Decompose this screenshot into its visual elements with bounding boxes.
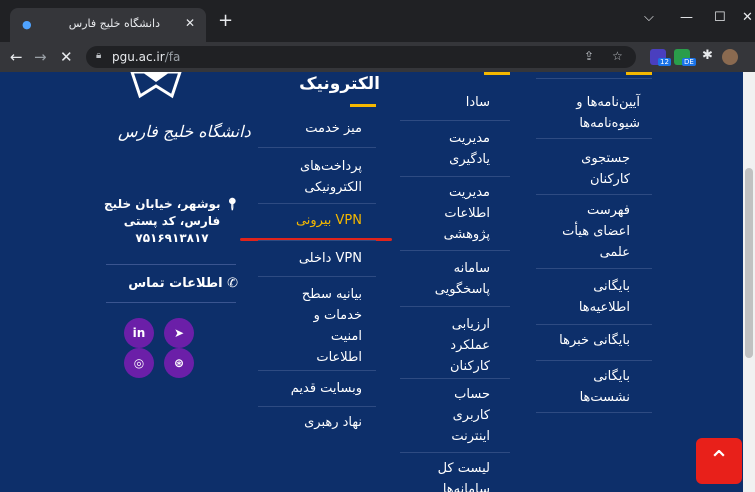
minimize-button[interactable]: — [680, 10, 693, 25]
menu-item-leadership-office[interactable]: نهاد رهبری [262, 412, 362, 433]
url-text[interactable]: pgu.ac.ir/fa [112, 50, 180, 64]
browser-toolbar: ← → ✕ 🔒︎ pgu.ac.ir/fa ⇪ ☆ 12 DE ✱ [0, 42, 755, 72]
close-window-button[interactable]: ✕ [742, 10, 753, 25]
forward-arrow-icon[interactable]: → [34, 48, 47, 66]
divider [400, 452, 510, 453]
scrollbar-thumb[interactable] [745, 168, 753, 358]
aparat-icon[interactable]: ⊛ [164, 348, 194, 378]
logo-text: دانشگاه خلیج فارس [118, 122, 251, 141]
menu-item-response-system[interactable]: سامانه پاسخگویی [396, 258, 490, 300]
divider [258, 203, 376, 204]
divider [536, 268, 652, 269]
location-pin-icon: 📍︎ [224, 197, 240, 211]
menu-item-internal-vpn[interactable]: VPN داخلی [262, 248, 362, 269]
menu-item-e-payments[interactable]: پرداخت‌های الکترونیکی [262, 156, 362, 198]
bookmark-star-icon[interactable]: ☆ [612, 49, 623, 63]
column-title-electronic: الکترونیک [299, 74, 380, 94]
title-accent [626, 72, 652, 75]
university-logo[interactable] [128, 72, 184, 112]
menu-item-sada[interactable]: سادا [396, 92, 490, 113]
scroll-to-top-button[interactable]: ⌃ [696, 438, 742, 484]
menu-item-lms[interactable]: مدیریت یادگیری [396, 128, 490, 170]
share-icon[interactable]: ⇪ [584, 49, 594, 63]
browser-titlebar: ● دانشگاه خلیج فارس ✕ + ⌵ — ☐ ✕ [0, 0, 755, 42]
contact-info-link[interactable]: ✆ اطلاعات تماس [118, 276, 238, 291]
divider [258, 276, 376, 277]
menu-item-research-info[interactable]: مدیریت اطلاعات پژوهشی [396, 182, 490, 245]
menu-item-announcements-archive[interactable]: بایگانی اطلاعیه‌ها [530, 276, 630, 318]
phone-icon: ✆ [227, 276, 238, 291]
divider [258, 147, 376, 148]
back-arrow-icon[interactable]: ← [10, 48, 23, 66]
puzzle-extensions-icon[interactable]: ✱ [702, 48, 713, 63]
tab-search-icon[interactable]: ⌵ [644, 10, 654, 25]
divider [400, 250, 510, 251]
divider [106, 264, 236, 265]
menu-item-regulations[interactable]: آیین‌نامه‌ها و شیوه‌نامه‌ها [530, 92, 640, 134]
site-favicon-icon: ● [22, 18, 32, 31]
instagram-icon[interactable]: ◎ [124, 348, 154, 378]
tab-close-icon[interactable]: ✕ [185, 16, 195, 30]
divider [106, 302, 236, 303]
menu-item-news-archive[interactable]: بایگانی خبرها [530, 330, 630, 351]
profile-avatar[interactable] [722, 49, 738, 65]
address-bar[interactable]: 🔒︎ pgu.ac.ir/fa ⇪ ☆ [86, 46, 636, 68]
title-accent [350, 104, 376, 107]
menu-item-old-website[interactable]: وبسایت قدیم [262, 378, 362, 399]
divider [536, 324, 652, 325]
telegram-icon[interactable]: ➤ [164, 318, 194, 348]
menu-item-service-desk[interactable]: میز خدمت [262, 118, 362, 139]
divider [536, 138, 652, 139]
divider [258, 406, 376, 407]
menu-item-sessions-archive[interactable]: بایگانی نشست‌ها [530, 366, 630, 408]
divider [400, 306, 510, 307]
extension-icon[interactable]: 12 [650, 49, 671, 66]
maximize-button[interactable]: ☐ [714, 10, 726, 25]
menu-item-faculty-list[interactable]: فهرست اعضای هیأت علمی [530, 200, 630, 263]
menu-item-internet-account[interactable]: حساب کاربری اینترنت [396, 384, 490, 447]
menu-item-security-statement[interactable]: بیانیه سطح خدمات و امنیت اطلاعات [262, 284, 362, 368]
new-tab-button[interactable]: + [218, 12, 233, 30]
divider [536, 412, 652, 413]
lock-icon[interactable]: 🔒︎ [96, 50, 101, 61]
menu-item-staff-search[interactable]: جستجوی کارکنان [530, 148, 630, 190]
menu-item-external-vpn[interactable]: VPN بیرونی [262, 210, 362, 231]
menu-item-staff-evaluation[interactable]: ارزیابی عملکرد کارکنان [396, 314, 490, 377]
page-content: دانشگاه خلیج فارس 📍︎ بوشهر، خیابان خلیج … [0, 72, 755, 492]
tab-title: دانشگاه خلیج فارس [68, 17, 160, 30]
page-scrollbar[interactable] [743, 72, 755, 492]
extension-icon[interactable]: DE [674, 49, 696, 66]
stop-loading-icon[interactable]: ✕ [60, 48, 73, 66]
divider [536, 194, 652, 195]
address: 📍︎ بوشهر، خیابان خلیج فارس، کد پستی ۷۵۱۶… [104, 197, 240, 245]
divider [400, 176, 510, 177]
linkedin-icon[interactable]: in [124, 318, 154, 348]
title-accent [484, 72, 510, 75]
divider [258, 240, 376, 241]
divider [536, 360, 652, 361]
divider [400, 120, 510, 121]
browser-tab[interactable]: ● دانشگاه خلیج فارس ✕ [10, 8, 206, 42]
divider [400, 378, 510, 379]
divider [536, 78, 652, 79]
menu-item-all-systems[interactable]: لیست کل سامانه‌ها [396, 458, 490, 492]
divider [258, 370, 376, 371]
